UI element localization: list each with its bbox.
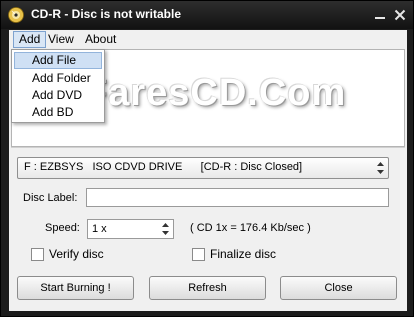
- watermark-text: FaresCD.Com: [84, 72, 347, 114]
- close-icon[interactable]: [391, 6, 409, 24]
- menu-about[interactable]: About: [80, 31, 121, 48]
- drive-select-value: F : EZBSYS ISO CDVD DRIVE [CD-R : Disc C…: [24, 161, 303, 173]
- up-down-arrow-icon: [377, 162, 384, 174]
- speed-value: 1 x: [92, 223, 107, 235]
- menu-add[interactable]: Add: [13, 31, 47, 48]
- up-down-arrow-icon: [162, 223, 169, 235]
- minimize-icon[interactable]: [371, 6, 389, 24]
- refresh-button[interactable]: Refresh: [149, 276, 266, 300]
- finalize-disc-label: Finalize disc: [210, 247, 277, 261]
- cd-icon: [8, 7, 24, 23]
- menu-view[interactable]: View: [43, 31, 79, 48]
- start-burning-button[interactable]: Start Burning !: [17, 276, 134, 300]
- disc-label-label: Disc Label:: [23, 192, 78, 204]
- speed-label: Speed:: [45, 222, 80, 234]
- menu-item-add-folder[interactable]: Add Folder: [14, 70, 102, 87]
- window-title: CD-R - Disc is not writable: [31, 7, 182, 21]
- drive-select[interactable]: F : EZBSYS ISO CDVD DRIVE [CD-R : Disc C…: [17, 157, 389, 179]
- close-button[interactable]: Close: [280, 276, 397, 300]
- speed-select[interactable]: 1 x: [87, 219, 174, 239]
- app-window: CD-R - Disc is not writable Add View Abo…: [0, 0, 414, 317]
- speed-info: ( CD 1x = 176.4 Kb/sec ): [190, 222, 311, 234]
- menu-item-add-file[interactable]: Add File: [14, 52, 102, 69]
- verify-disc-checkbox[interactable]: [31, 248, 44, 261]
- disc-label-input[interactable]: [86, 188, 389, 207]
- divider: [11, 147, 405, 148]
- main-panel: Add View About FaresCD.Com Add File Add …: [9, 30, 407, 311]
- verify-disc-label: Verify disc: [49, 247, 104, 261]
- menu-bar: Add View About: [9, 30, 407, 49]
- title-bar[interactable]: CD-R - Disc is not writable: [1, 1, 413, 29]
- add-dropdown-menu: Add File Add Folder Add DVD Add BD: [11, 49, 105, 123]
- menu-item-add-dvd[interactable]: Add DVD: [14, 87, 102, 104]
- menu-item-add-bd[interactable]: Add BD: [14, 104, 102, 121]
- finalize-disc-checkbox[interactable]: [192, 248, 205, 261]
